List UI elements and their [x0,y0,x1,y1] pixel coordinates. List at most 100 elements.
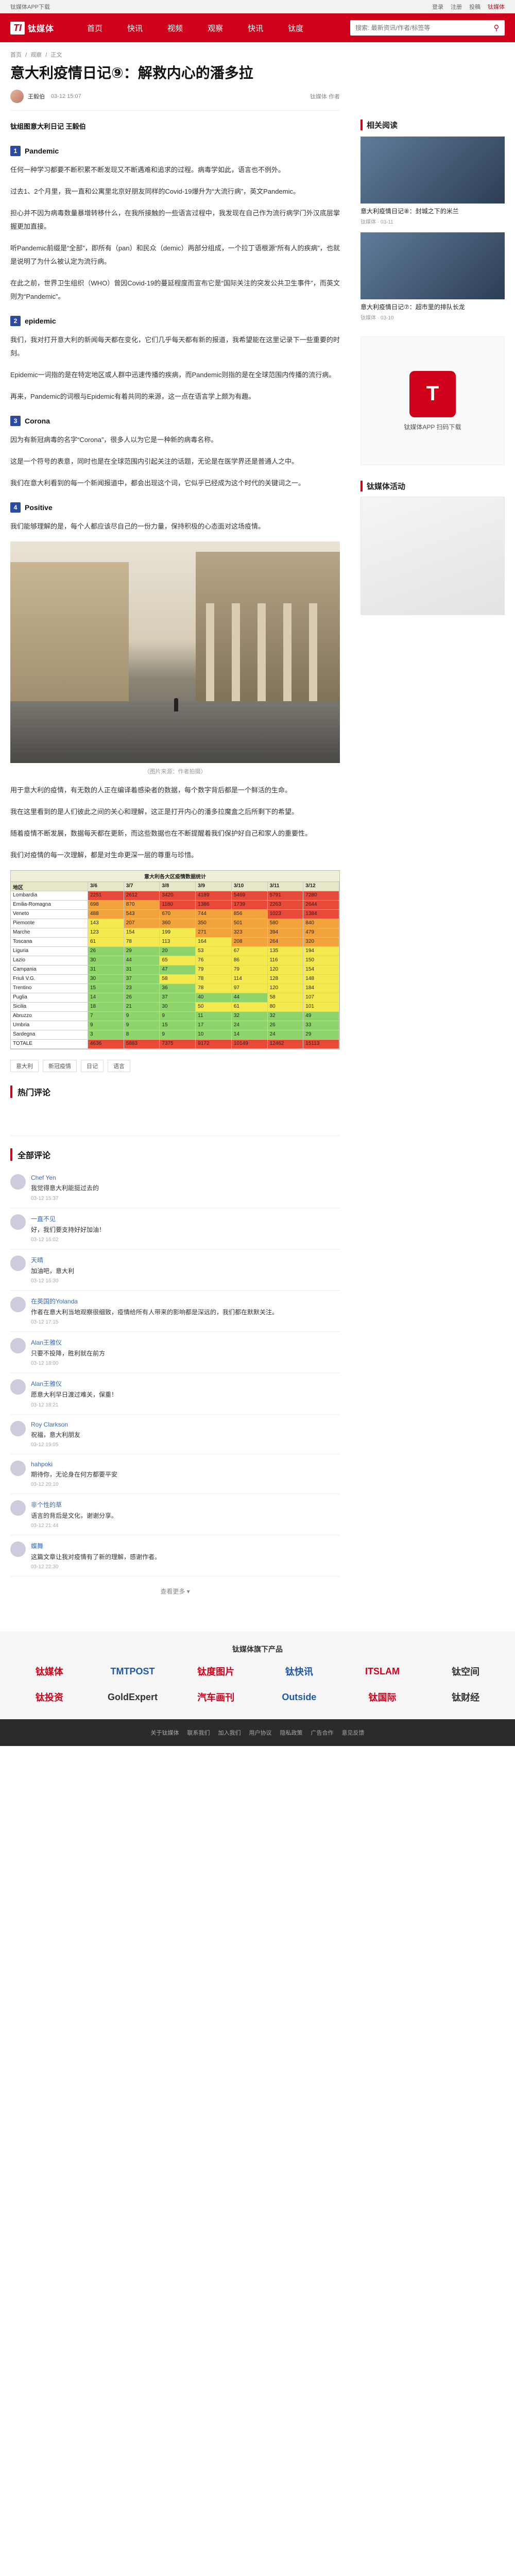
table-cell: Trentino [11,984,88,993]
related-card[interactable]: 意大利疫情日记⑦：超市里的排队长龙 钛媒体 · 03-10 [360,232,505,321]
site-logo[interactable]: TI 钛媒体 [10,21,54,35]
table-cell: 856 [231,910,268,919]
photo-building-left [10,562,129,717]
comment-time: 03-12 18:00 [31,1361,59,1367]
table-row: Campania 31 31 47 79 79 120 154 [11,965,339,975]
tag[interactable]: 意大利 [10,1060,39,1073]
table-cell: 184 [303,984,339,993]
search-icon[interactable]: ⚲ [488,20,505,36]
author-name[interactable]: 王毅伯 [28,92,45,100]
brand-logo[interactable]: 钛国际 [344,1687,422,1707]
brand-logo[interactable]: ITSLAM [344,1662,422,1681]
footer-link[interactable]: 加入我们 [218,1728,241,1737]
search-input[interactable] [350,24,488,31]
table-cell: 5469 [231,891,268,901]
table-cell: 15 [160,1021,196,1030]
brand-logo[interactable]: 钛财经 [426,1687,505,1707]
footer-link[interactable]: 关于钛媒体 [151,1728,179,1737]
tag[interactable]: 日记 [81,1060,104,1073]
commenter-name[interactable]: Roy Clarkson [31,1421,340,1428]
table-cell: 20 [160,947,196,956]
commenter-avatar[interactable] [10,1500,26,1516]
nav-link-observe[interactable]: 观察 [195,23,235,33]
footer-link[interactable]: 联系我们 [187,1728,210,1737]
table-cell: 320 [303,938,339,947]
photo-column [309,603,317,717]
app-download-link[interactable]: 钛媒体APP下载 [10,3,50,11]
comment-time: 03-12 17:15 [31,1319,59,1326]
footer-link[interactable]: 广告合作 [311,1728,334,1737]
brand-link[interactable]: 钛媒体 [488,3,505,11]
brand-logo[interactable]: 钛快讯 [260,1662,338,1681]
brands-title: 钛媒体旗下产品 [232,1645,283,1654]
brand-logo[interactable]: 钛空间 [426,1662,505,1681]
article-lead: 钛组图意大利日记 王毅伯 [10,123,86,131]
brand-logo[interactable]: 汽车画刊 [177,1687,255,1707]
table-cell: Umbria [11,1021,88,1030]
nav-link-video[interactable]: 视频 [155,23,195,33]
footer-link[interactable]: 隐私政策 [280,1728,303,1737]
app-promo[interactable]: T 钛媒体APP 扫码下载 [360,336,505,465]
table-cell: 53 [196,947,232,956]
breadcrumb-category[interactable]: 观察 [30,52,42,58]
commenter-avatar[interactable] [10,1174,26,1190]
table-cell: 107 [303,993,339,1003]
table-cell: 9 [160,1030,196,1040]
commenter-name[interactable]: Alan王雅仪 [31,1379,340,1388]
related-card[interactable]: 意大利疫情日记⑧：封城之下的米兰 钛媒体 · 03-11 [360,137,505,225]
commenter-name[interactable]: Chef Yen [31,1174,340,1181]
brand-logo[interactable]: TMTPOST [94,1662,172,1681]
comment-text: 愿意大利早日渡过难关，保重！ [31,1391,118,1399]
commenter-avatar[interactable] [10,1296,26,1312]
tag[interactable]: 语言 [108,1060,130,1073]
brand-logo[interactable]: GoldExpert [94,1687,172,1707]
commenter-avatar[interactable] [10,1541,26,1557]
sidebar: 相关阅读 意大利疫情日记⑧：封城之下的米兰 钛媒体 · 03-11 意大利疫情日… [360,42,505,1616]
brand-logo[interactable]: 钛度图片 [177,1662,255,1681]
login-link[interactable]: 登录 [432,3,443,11]
table-cell: Lazio [11,956,88,965]
commenter-name[interactable]: 一直不见 [31,1214,340,1223]
table-cell: 2251 [88,891,124,901]
commenter-avatar[interactable] [10,1214,26,1230]
table-cell: Toscana [11,938,88,947]
table-cell: 44 [124,956,160,965]
register-link[interactable]: 注册 [451,3,462,11]
commenter-avatar[interactable] [10,1338,26,1354]
nav-link-flash[interactable]: 快讯 [115,23,155,33]
commenter-name[interactable]: 蝶舞 [31,1541,340,1550]
table-cell: 128 [267,975,304,984]
sidebar-ad[interactable] [360,497,505,615]
commenter-name[interactable]: hahpoki [31,1461,340,1468]
commenter-name[interactable]: 天晴 [31,1256,340,1264]
nav-link-home[interactable]: 首页 [75,23,115,33]
brand-logo[interactable]: 钛投资 [10,1687,89,1707]
breadcrumb-home[interactable]: 首页 [10,52,22,58]
nav-link-flash-2[interactable]: 快讯 [235,23,276,33]
brand-logo[interactable]: 钛媒体 [10,1662,89,1681]
tag[interactable]: 新冠疫情 [43,1060,77,1073]
commenter-name[interactable]: Alan王雅仪 [31,1338,340,1347]
table-row: Sardegna 3 8 9 10 14 24 29 [11,1030,339,1040]
table-row: Umbria 9 9 15 17 24 26 33 [11,1021,339,1031]
nav-link-tidu[interactable]: 钛度 [276,23,316,33]
table-header-cell: 3/6 [88,882,124,891]
table-cell: 870 [124,901,160,910]
commenter-avatar[interactable] [10,1420,26,1436]
brand-logo[interactable]: Outside [260,1687,338,1707]
commenter-avatar[interactable] [10,1460,26,1476]
footer-link[interactable]: 用户协议 [249,1728,272,1737]
avatar[interactable] [10,90,24,104]
commenter-name[interactable]: 非个性的草 [31,1500,340,1509]
footer-link[interactable]: 意见反馈 [342,1728,365,1737]
table-cell: 21 [124,1003,160,1012]
submit-link[interactable]: 投稿 [469,3,480,11]
comment-body: Alan王雅仪 愿意大利早日渡过难关，保重！ 03-12 18:21 [31,1379,340,1408]
table-cell: Lombardia [11,891,88,901]
more-comments-link[interactable]: 查看更多 ▾ [10,1577,340,1616]
commenter-name[interactable]: 在英国的Yolanda [31,1297,340,1306]
comment-item: Chef Yen 我觉得意大利能挺过去的 03-12 15:37 [10,1168,340,1208]
commenter-avatar[interactable] [10,1379,26,1395]
table-cell: 135 [267,947,304,956]
commenter-avatar[interactable] [10,1255,26,1271]
